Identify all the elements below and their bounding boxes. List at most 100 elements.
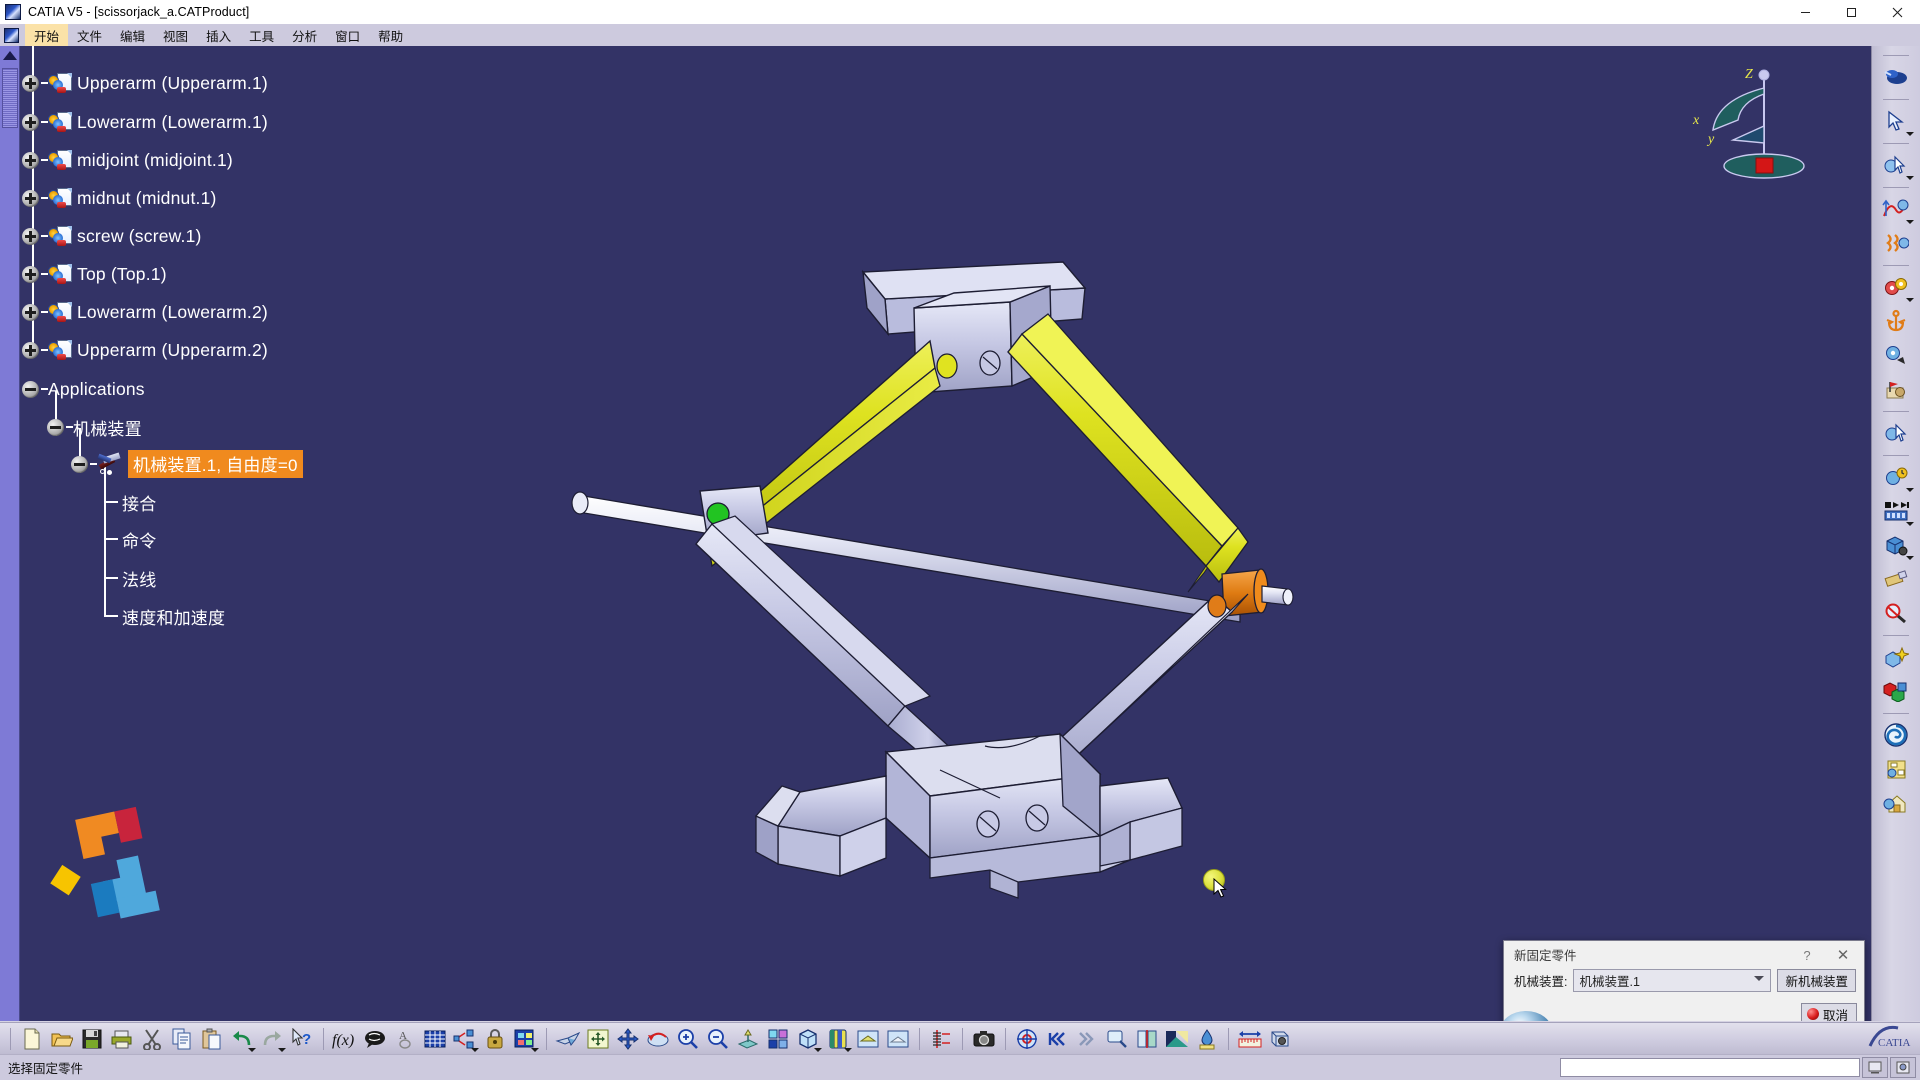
menu-item-tools[interactable]: 工具 [240,24,283,47]
menu-item-file[interactable]: 文件 [68,24,111,47]
simulation-curve-icon[interactable] [1876,192,1916,226]
material-icon[interactable] [1876,674,1916,708]
capture-icon[interactable] [969,1025,999,1053]
expander-plus-icon[interactable] [22,303,39,321]
mechanism-combobox[interactable]: 机械装置.1 [1573,969,1772,992]
multi-view-icon[interactable] [763,1025,793,1053]
tree-node-upperarm-1[interactable]: Upperarm (Upperarm.1) [22,70,268,96]
zoom-in-icon[interactable] [673,1025,703,1053]
power-input-icon[interactable] [1862,1057,1888,1078]
copy-icon[interactable] [167,1025,197,1053]
undo-icon[interactable] [227,1025,257,1053]
assembly-constraint-icon[interactable] [1876,338,1916,372]
home-icon[interactable] [1876,786,1916,820]
normal-view-icon[interactable] [733,1025,763,1053]
expander-plus-icon[interactable] [22,74,39,92]
user-session-icon[interactable] [1890,1057,1916,1078]
formula-icon[interactable]: f(x) [330,1025,360,1053]
new-document-icon[interactable] [17,1025,47,1053]
tree-node-joints[interactable]: 接合 [104,489,156,515]
render-style-icon[interactable] [823,1025,853,1053]
expander-plus-icon[interactable] [22,265,39,283]
tree-scrollbar[interactable] [0,46,20,1021]
rotate-icon[interactable] [643,1025,673,1053]
select-arrow-icon[interactable] [1876,104,1916,138]
swap-visible-icon[interactable] [883,1025,913,1053]
shading-material-icon[interactable] [1162,1025,1192,1053]
magnifier-icon[interactable] [1102,1025,1132,1053]
menu-item-insert[interactable]: 插入 [197,24,240,47]
maximize-button[interactable] [1828,0,1874,24]
menu-item-window[interactable]: 窗口 [326,24,369,47]
distance-measure-icon[interactable] [1235,1025,1265,1053]
tree-node-mechanism-group[interactable]: 机械装置 [47,414,142,440]
publication-icon[interactable] [450,1025,480,1053]
scrollbar-thumb[interactable] [2,68,18,128]
axis-system-icon[interactable] [926,1025,956,1053]
tree-node-upperarm-2[interactable]: Upperarm (Upperarm.2) [22,337,268,363]
expander-plus-icon[interactable] [22,341,39,359]
navigation-compass[interactable]: Z x y [1671,58,1821,193]
tree-node-top-1[interactable]: Top (Top.1) [22,261,167,287]
3d-viewport[interactable]: Upperarm (Upperarm.1) Lowerarm (Lowerarm… [0,46,1871,1021]
expander-plus-icon[interactable] [22,151,39,169]
new-mechanism-button[interactable]: 新机械装置 [1777,969,1856,992]
dialog-close-button[interactable]: ✕ [1830,945,1856,965]
pan-icon[interactable] [613,1025,643,1053]
command-input[interactable] [1560,1058,1860,1077]
cut-icon[interactable] [137,1025,167,1053]
speed-accel-icon[interactable] [1876,372,1916,406]
tree-node-screw-1[interactable]: screw (screw.1) [22,223,202,249]
redo-icon[interactable] [257,1025,287,1053]
expander-minus-icon[interactable] [22,380,39,398]
minimize-button[interactable] [1782,0,1828,24]
open-icon[interactable] [47,1025,77,1053]
expander-plus-icon[interactable] [22,189,39,207]
mechanism-dressup-icon[interactable] [1876,226,1916,260]
clash-analysis-icon[interactable] [1876,596,1916,630]
zoom-out-icon[interactable] [703,1025,733,1053]
right-toolbar[interactable] [1871,46,1920,1021]
paint-drop-icon[interactable] [1192,1025,1222,1053]
comment-icon[interactable] [360,1025,390,1053]
expander-plus-icon[interactable] [22,113,39,131]
help-button[interactable]: ? [1796,945,1818,965]
chevron-down-icon[interactable] [1754,976,1765,981]
scroll-up-icon[interactable] [2,51,17,60]
expander-minus-icon[interactable] [71,455,88,473]
tree-node-laws[interactable]: 法线 [104,565,156,591]
kinematic-select-icon[interactable] [1876,416,1916,450]
menu-item-edit[interactable]: 编辑 [111,24,154,47]
tree-node-midjoint-1[interactable]: midjoint (midjoint.1) [22,147,233,173]
new-mechanism-icon[interactable] [1876,270,1916,304]
select-feature-icon[interactable] [1876,148,1916,182]
isometric-view-icon[interactable] [793,1025,823,1053]
last-step-icon[interactable] [1072,1025,1102,1053]
expander-minus-icon[interactable] [47,418,64,436]
apply-material-icon[interactable] [1012,1025,1042,1053]
fly-mode-icon[interactable] [1876,60,1916,94]
print-icon[interactable] [107,1025,137,1053]
measure-icon[interactable] [1876,562,1916,596]
hide-show-icon[interactable] [853,1025,883,1053]
menu-item-view[interactable]: 视图 [154,24,197,47]
new-fixed-part-dialog[interactable]: 新固定零件 ? ✕ 机械装置: 机械装置.1 新机械装置 取消 [1503,940,1865,1021]
menu-item-help[interactable]: 帮助 [369,24,412,47]
fly-through-icon[interactable] [553,1025,583,1053]
menu-item-start[interactable]: 开始 [25,23,69,47]
simulation-icon[interactable] [1876,460,1916,494]
options-icon[interactable] [1876,752,1916,786]
expander-plus-icon[interactable] [22,227,39,245]
cancel-button[interactable]: 取消 [1800,1003,1857,1021]
scene-icon[interactable] [1876,640,1916,674]
annotation-icon[interactable]: A [390,1025,420,1053]
bottom-toolbar[interactable]: ? f(x) A [0,1022,1920,1054]
tree-node-speeds-accelerations[interactable]: 速度和加速度 [104,603,225,629]
fit-all-icon[interactable] [583,1025,613,1053]
tree-node-commands[interactable]: 命令 [104,526,156,552]
swept-volume-icon[interactable] [1876,718,1916,752]
catalog-icon[interactable] [510,1025,540,1053]
replay-icon[interactable] [1876,494,1916,528]
first-step-icon[interactable] [1042,1025,1072,1053]
tree-node-mechanism-1[interactable]: 机械装置.1, 自由度=0 [71,450,303,478]
